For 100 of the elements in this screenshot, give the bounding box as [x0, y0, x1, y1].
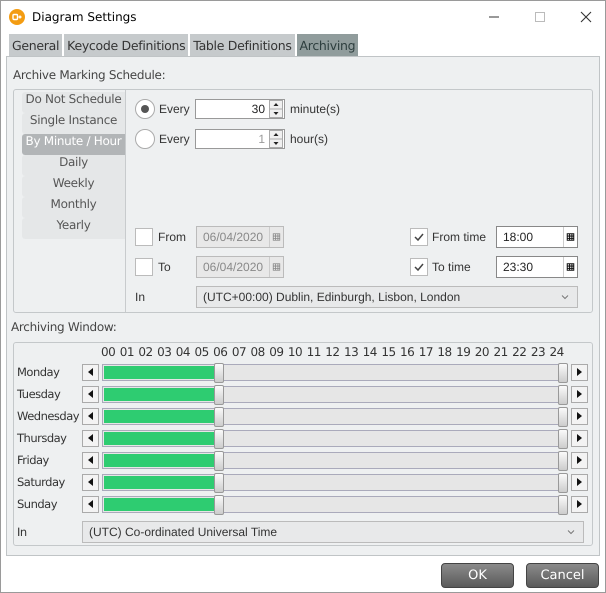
- right-triangle-icon: [577, 390, 582, 398]
- step-left-button[interactable]: [82, 364, 99, 380]
- step-right-button[interactable]: [571, 430, 588, 446]
- maximize-icon[interactable]: [534, 11, 546, 23]
- schedule-mode-item[interactable]: Do Not Schedule: [22, 92, 125, 113]
- checkbox[interactable]: [135, 258, 153, 276]
- time-range-slider[interactable]: [102, 452, 568, 468]
- check-icon: [413, 231, 425, 243]
- left-triangle-icon: [88, 390, 93, 398]
- timezone-dropdown[interactable]: (UTC) Co-ordinated Universal Time: [82, 521, 584, 543]
- slider-thumb[interactable]: [558, 494, 568, 514]
- time-range-slider[interactable]: [102, 474, 568, 490]
- number-spinner[interactable]: 30: [195, 99, 285, 119]
- interval-label: Every: [159, 132, 190, 146]
- step-right-button[interactable]: [571, 408, 588, 424]
- step-right-button[interactable]: [571, 496, 588, 512]
- slider-thumb[interactable]: [214, 362, 224, 382]
- step-left-button[interactable]: [82, 496, 99, 512]
- hour-label: 11: [306, 345, 322, 361]
- left-triangle-icon: [88, 434, 93, 442]
- checkbox[interactable]: [410, 228, 428, 246]
- timezone-dropdown[interactable]: (UTC+00:00) Dublin, Edinburgh, Lisbon, London: [196, 286, 578, 308]
- time-label: From time: [432, 230, 487, 244]
- section-label: Archiving Window:: [11, 320, 118, 336]
- close-icon[interactable]: [580, 11, 592, 23]
- tab[interactable]: Archiving: [296, 34, 358, 56]
- tab[interactable]: General: [9, 34, 62, 56]
- schedule-mode-item[interactable]: Weekly: [22, 176, 125, 197]
- time-range-slider[interactable]: [102, 364, 568, 380]
- slider-thumb[interactable]: [214, 494, 224, 514]
- schedule-mode-item[interactable]: Single Instance: [22, 113, 125, 134]
- slider-thumb[interactable]: [558, 362, 568, 382]
- tab[interactable]: Keycode Definitions: [64, 34, 188, 56]
- slider-thumb[interactable]: [214, 384, 224, 404]
- hour-label: 08: [250, 345, 266, 361]
- app-logo-icon: [9, 9, 25, 25]
- slider-thumb[interactable]: [558, 450, 568, 470]
- right-triangle-icon: [577, 500, 582, 508]
- time-range-slider[interactable]: [102, 496, 568, 512]
- schedule-mode-item[interactable]: Yearly: [22, 218, 125, 239]
- step-left-button[interactable]: [82, 452, 99, 468]
- ok-button[interactable]: OK: [441, 563, 514, 588]
- day-label: Sunday: [17, 497, 58, 511]
- checkbox[interactable]: [135, 228, 153, 246]
- spinner-arrows-icon[interactable]: [269, 100, 283, 118]
- hour-label: 07: [232, 345, 248, 361]
- section-label: Archive Marking Schedule:: [13, 68, 166, 84]
- step-right-button[interactable]: [571, 474, 588, 490]
- step-right-button[interactable]: [571, 452, 588, 468]
- step-left-button[interactable]: [82, 408, 99, 424]
- time-range-slider[interactable]: [102, 386, 568, 402]
- schedule-mode-item[interactable]: Daily: [22, 155, 125, 176]
- right-triangle-icon: [577, 478, 582, 486]
- day-label: Tuesday: [17, 387, 62, 401]
- calendar-icon[interactable]: [563, 227, 577, 247]
- day-label: Monday: [17, 365, 60, 379]
- checkbox[interactable]: [410, 258, 428, 276]
- left-triangle-icon: [88, 500, 93, 508]
- radio-button[interactable]: [135, 129, 155, 149]
- time-field[interactable]: 23:30: [496, 256, 578, 278]
- step-left-button[interactable]: [82, 474, 99, 490]
- hour-label: 05: [194, 345, 210, 361]
- chevron-down-icon: [561, 294, 569, 300]
- slider-thumb[interactable]: [558, 472, 568, 492]
- slider-thumb[interactable]: [558, 384, 568, 404]
- cancel-button[interactable]: Cancel: [526, 563, 599, 588]
- spinner-arrows-icon[interactable]: [269, 130, 283, 148]
- radio-button[interactable]: [135, 99, 155, 119]
- hour-label: 10: [288, 345, 304, 361]
- window-title: Diagram Settings: [32, 10, 137, 24]
- time-range-slider[interactable]: [102, 430, 568, 446]
- left-triangle-icon: [88, 368, 93, 376]
- day-label: Saturday: [17, 475, 66, 489]
- slider-thumb[interactable]: [214, 472, 224, 492]
- hour-label: 00: [101, 345, 116, 361]
- timezone-label: In: [135, 290, 146, 304]
- hour-label: 21: [493, 345, 509, 361]
- right-triangle-icon: [577, 434, 582, 442]
- slider-thumb[interactable]: [214, 428, 224, 448]
- step-left-button[interactable]: [82, 430, 99, 446]
- time-field[interactable]: 18:00: [496, 226, 578, 248]
- hour-label: 03: [157, 345, 172, 361]
- time-range-slider[interactable]: [102, 408, 568, 424]
- tab[interactable]: Table Definitions: [190, 34, 295, 56]
- date-label: From: [158, 230, 187, 244]
- hour-label: 01: [120, 345, 135, 361]
- calendar-icon[interactable]: [563, 257, 577, 277]
- step-right-button[interactable]: [571, 364, 588, 380]
- schedule-mode-item[interactable]: Monthly: [22, 197, 125, 218]
- hour-label: 04: [176, 345, 192, 361]
- slider-thumb[interactable]: [214, 450, 224, 470]
- slider-thumb[interactable]: [558, 428, 568, 448]
- slider-thumb[interactable]: [558, 406, 568, 426]
- slider-thumb[interactable]: [214, 406, 224, 426]
- step-left-button[interactable]: [82, 386, 99, 402]
- day-label: Friday: [17, 453, 50, 467]
- right-triangle-icon: [577, 456, 582, 464]
- timezone-label: In: [17, 525, 28, 539]
- step-right-button[interactable]: [571, 386, 588, 402]
- hour-label: 17: [418, 345, 434, 361]
